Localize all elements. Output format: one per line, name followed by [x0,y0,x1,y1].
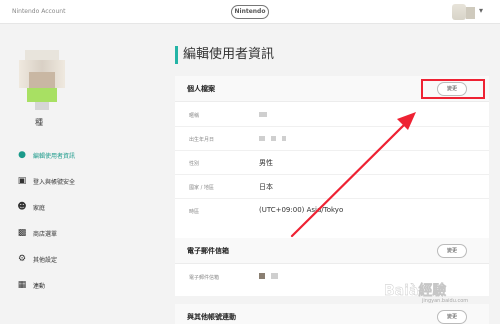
nintendo-logo[interactable]: Nintendo [231,5,269,19]
profile-row-gender: 性別 男性 [175,151,489,175]
email-card-title: 電子郵件信箱 [187,247,229,255]
row-label: 電子郵件信箱 [189,275,220,281]
top-bar: Nintendo Account Nintendo ▾ [0,0,500,24]
watermark-brand: Baià經驗 [384,283,447,299]
watermark-url: jingyan.baidu.com [422,298,469,304]
baidu-watermark: Baià經驗 jingyan.baidu.com [384,280,498,308]
linked-edit-button[interactable]: 變更 [437,310,467,324]
grid-icon: ▦ [17,280,27,290]
sidebar-item-family[interactable]: ☻ 家庭 [17,200,45,214]
profile-card-title: 個人檔案 [187,85,215,93]
sidebar-item-label: 家庭 [33,204,46,212]
sidebar-item-label: 編輯使用者資訊 [33,152,76,160]
row-value: (UTC+09:00) Asia/Tokyo [259,206,344,214]
row-value [259,134,292,142]
sidebar: 種 ● 編輯使用者資訊 ▣ 登入與帳號安全 ☻ 家庭 ▩ 商店選單 ⚙ 其他設定… [0,24,160,324]
row-label: 暱稱 [189,113,200,119]
user-menu[interactable]: ▾ [452,3,488,21]
main-content: 編輯使用者資訊 個人檔案 變更 暱稱 出生年月日 性別 男性 國家 / 地區 日… [175,24,489,324]
user-avatar [452,4,466,20]
sidebar-item-label: 其他設定 [33,256,58,264]
profile-row-country: 國家 / 地區 日本 [175,175,489,199]
annotation-highlight-box [421,79,485,99]
profile-row-birthday: 出生年月日 [175,127,489,151]
row-value: 男性 [259,159,273,167]
family-icon: ☻ [17,202,27,212]
page-title: 編輯使用者資訊 [175,46,274,64]
profile-card: 個人檔案 變更 暱稱 出生年月日 性別 男性 國家 / 地區 日本 時區 (UT… [175,76,489,256]
row-value [259,272,284,280]
chevron-down-icon: ▾ [479,6,484,15]
gear-icon: ⚙ [17,254,27,264]
profile-name: 種 [35,118,43,127]
lock-icon: ▣ [17,176,27,186]
sidebar-item-settings[interactable]: ⚙ 其他設定 [17,252,57,266]
email-card-header: 電子郵件信箱 變更 [175,238,489,264]
email-edit-button[interactable]: 變更 [437,244,467,258]
profile-avatar [19,50,65,110]
row-label: 性別 [189,161,200,167]
sidebar-item-label: 商店選單 [33,230,58,238]
sidebar-item-linked[interactable]: ▦ 連動 [17,278,45,292]
row-value [259,110,273,118]
row-label: 出生年月日 [189,137,215,143]
sidebar-item-edit-profile[interactable]: ● 編輯使用者資訊 [17,148,75,162]
sidebar-item-label: 連動 [33,282,46,290]
profile-row-timezone: 時區 (UTC+09:00) Asia/Tokyo [175,199,489,223]
row-label: 國家 / 地區 [189,185,214,191]
shop-icon: ▩ [17,228,27,238]
sidebar-item-shop[interactable]: ▩ 商店選單 [17,226,57,240]
linked-card-title: 與其他帳號連動 [187,313,236,321]
row-label: 時區 [189,209,200,215]
account-title: Nintendo Account [12,8,66,15]
user-avatar-blur [466,7,475,19]
profile-row-nickname: 暱稱 [175,103,489,127]
row-value: 日本 [259,183,273,191]
sidebar-item-label: 登入與帳號安全 [33,178,76,186]
sidebar-item-security[interactable]: ▣ 登入與帳號安全 [17,174,75,188]
person-icon: ● [18,150,26,160]
